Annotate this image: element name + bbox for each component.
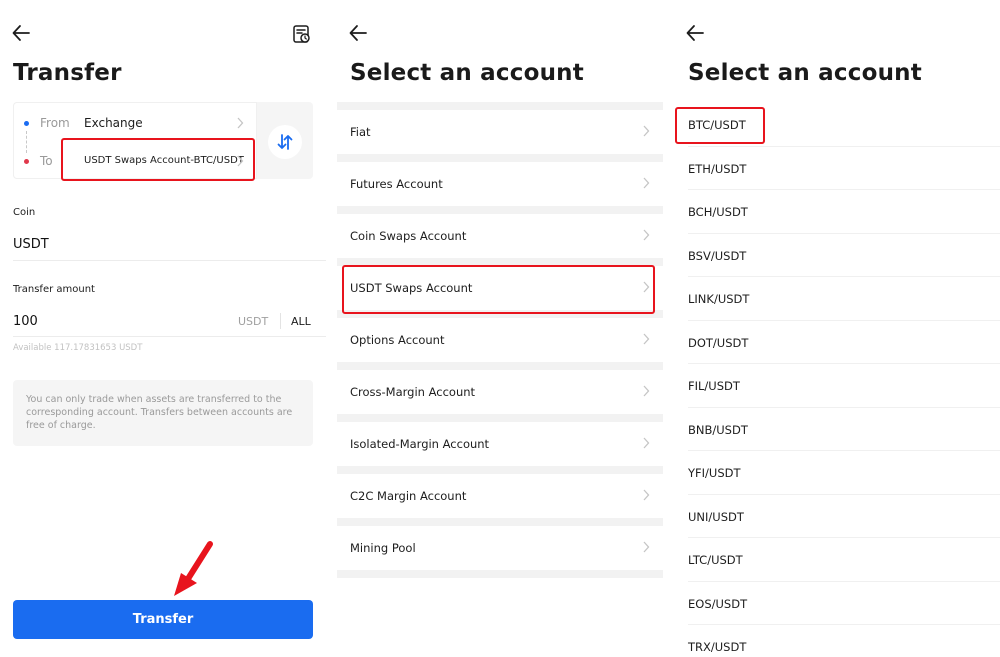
pair-item[interactable]: DOT/USDT <box>688 336 748 350</box>
separator <box>337 102 663 110</box>
highlight-box <box>342 265 655 314</box>
to-label: To <box>40 154 53 168</box>
highlight-box <box>61 138 255 181</box>
account-item[interactable]: Futures Account <box>337 162 663 206</box>
pair-item[interactable]: TRX/USDT <box>688 640 746 654</box>
swap-arrows-icon <box>277 134 293 150</box>
pair-item[interactable]: BNB/USDT <box>688 423 748 437</box>
chevron-right-icon <box>643 489 650 501</box>
highlight-box <box>675 107 765 144</box>
unit-divider <box>280 313 281 329</box>
divider <box>13 336 326 337</box>
account-item[interactable]: C2C Margin Account <box>337 474 663 518</box>
from-account-value[interactable]: Exchange <box>84 116 143 130</box>
all-button[interactable]: ALL <box>291 315 311 328</box>
page-title: Transfer <box>13 60 122 86</box>
account-label: Coin Swaps Account <box>350 229 467 243</box>
account-label: Futures Account <box>350 177 443 191</box>
to-dot <box>24 159 29 164</box>
chevron-right-icon <box>643 229 650 241</box>
history-icon[interactable] <box>292 24 312 44</box>
connector-line <box>26 131 27 153</box>
back-arrow-icon[interactable] <box>347 22 369 44</box>
red-pointer-arrow-icon <box>174 541 213 596</box>
pair-item[interactable]: YFI/USDT <box>688 466 741 480</box>
divider <box>13 260 326 261</box>
divider <box>688 450 1000 451</box>
account-label: Options Account <box>350 333 445 347</box>
amount-input[interactable]: 100 <box>13 314 38 329</box>
page-title: Select an account <box>688 60 922 86</box>
divider <box>688 146 1000 147</box>
separator <box>337 362 663 370</box>
pair-item[interactable]: BCH/USDT <box>688 205 748 219</box>
account-item[interactable]: Fiat <box>337 110 663 154</box>
divider <box>688 581 1000 582</box>
transfer-screen: Transfer From Exchange To USDT Swaps Acc… <box>0 0 327 657</box>
amount-unit: USDT <box>238 315 269 328</box>
divider <box>688 276 1000 277</box>
separator <box>337 570 663 578</box>
chevron-right-icon <box>643 437 650 449</box>
divider <box>688 189 1000 190</box>
account-item[interactable]: Mining Pool <box>337 526 663 570</box>
account-label: Mining Pool <box>350 541 416 555</box>
chevron-right-icon <box>643 125 650 137</box>
account-item[interactable]: Isolated-Margin Account <box>337 422 663 466</box>
pair-item[interactable]: ETH/USDT <box>688 162 746 176</box>
coin-select[interactable]: USDT <box>13 237 49 252</box>
transfer-button[interactable]: Transfer <box>13 600 313 639</box>
chevron-right-icon <box>643 177 650 189</box>
separator <box>337 414 663 422</box>
account-label: Cross-Margin Account <box>350 385 476 399</box>
pair-item[interactable]: UNI/USDT <box>688 510 744 524</box>
separator <box>337 466 663 474</box>
pair-item[interactable]: BSV/USDT <box>688 249 746 263</box>
account-label: Fiat <box>350 125 371 139</box>
pair-item[interactable]: FIL/USDT <box>688 379 740 393</box>
divider <box>688 494 1000 495</box>
account-item[interactable]: Cross-Margin Account <box>337 370 663 414</box>
page-title: Select an account <box>350 60 584 86</box>
pair-item[interactable]: LINK/USDT <box>688 292 749 306</box>
separator <box>337 154 663 162</box>
divider <box>688 624 1000 625</box>
back-arrow-icon[interactable] <box>684 22 706 44</box>
transfer-notice: You can only trade when assets are trans… <box>13 380 313 446</box>
separator <box>337 206 663 214</box>
pair-item[interactable]: EOS/USDT <box>688 597 747 611</box>
chevron-right-icon[interactable] <box>236 117 244 129</box>
account-label: Isolated-Margin Account <box>350 437 490 451</box>
account-item[interactable]: Coin Swaps Account <box>337 214 663 258</box>
divider <box>688 233 1000 234</box>
from-label: From <box>40 116 70 130</box>
divider <box>688 537 1000 538</box>
account-list: Fiat Futures Account Coin Swaps Account … <box>337 102 663 578</box>
from-dot <box>24 121 29 126</box>
available-balance: Available 117.17831653 USDT <box>13 343 143 353</box>
select-account-screen: Select an account Fiat Futures Account C… <box>337 0 663 657</box>
back-arrow-icon[interactable] <box>10 22 32 44</box>
divider <box>688 363 1000 364</box>
chevron-right-icon <box>643 385 650 397</box>
account-label: C2C Margin Account <box>350 489 467 503</box>
swap-direction-button[interactable] <box>268 125 302 159</box>
divider <box>688 407 1000 408</box>
transfer-amount-label: Transfer amount <box>13 284 95 295</box>
divider <box>688 320 1000 321</box>
chevron-right-icon <box>643 541 650 553</box>
separator <box>337 518 663 526</box>
coin-label: Coin <box>13 207 36 218</box>
pair-item[interactable]: LTC/USDT <box>688 553 743 567</box>
account-item[interactable]: Options Account <box>337 318 663 362</box>
chevron-right-icon <box>643 333 650 345</box>
select-pair-screen: Select an account BTC/USDT ETH/USDT BCH/… <box>675 0 1000 657</box>
